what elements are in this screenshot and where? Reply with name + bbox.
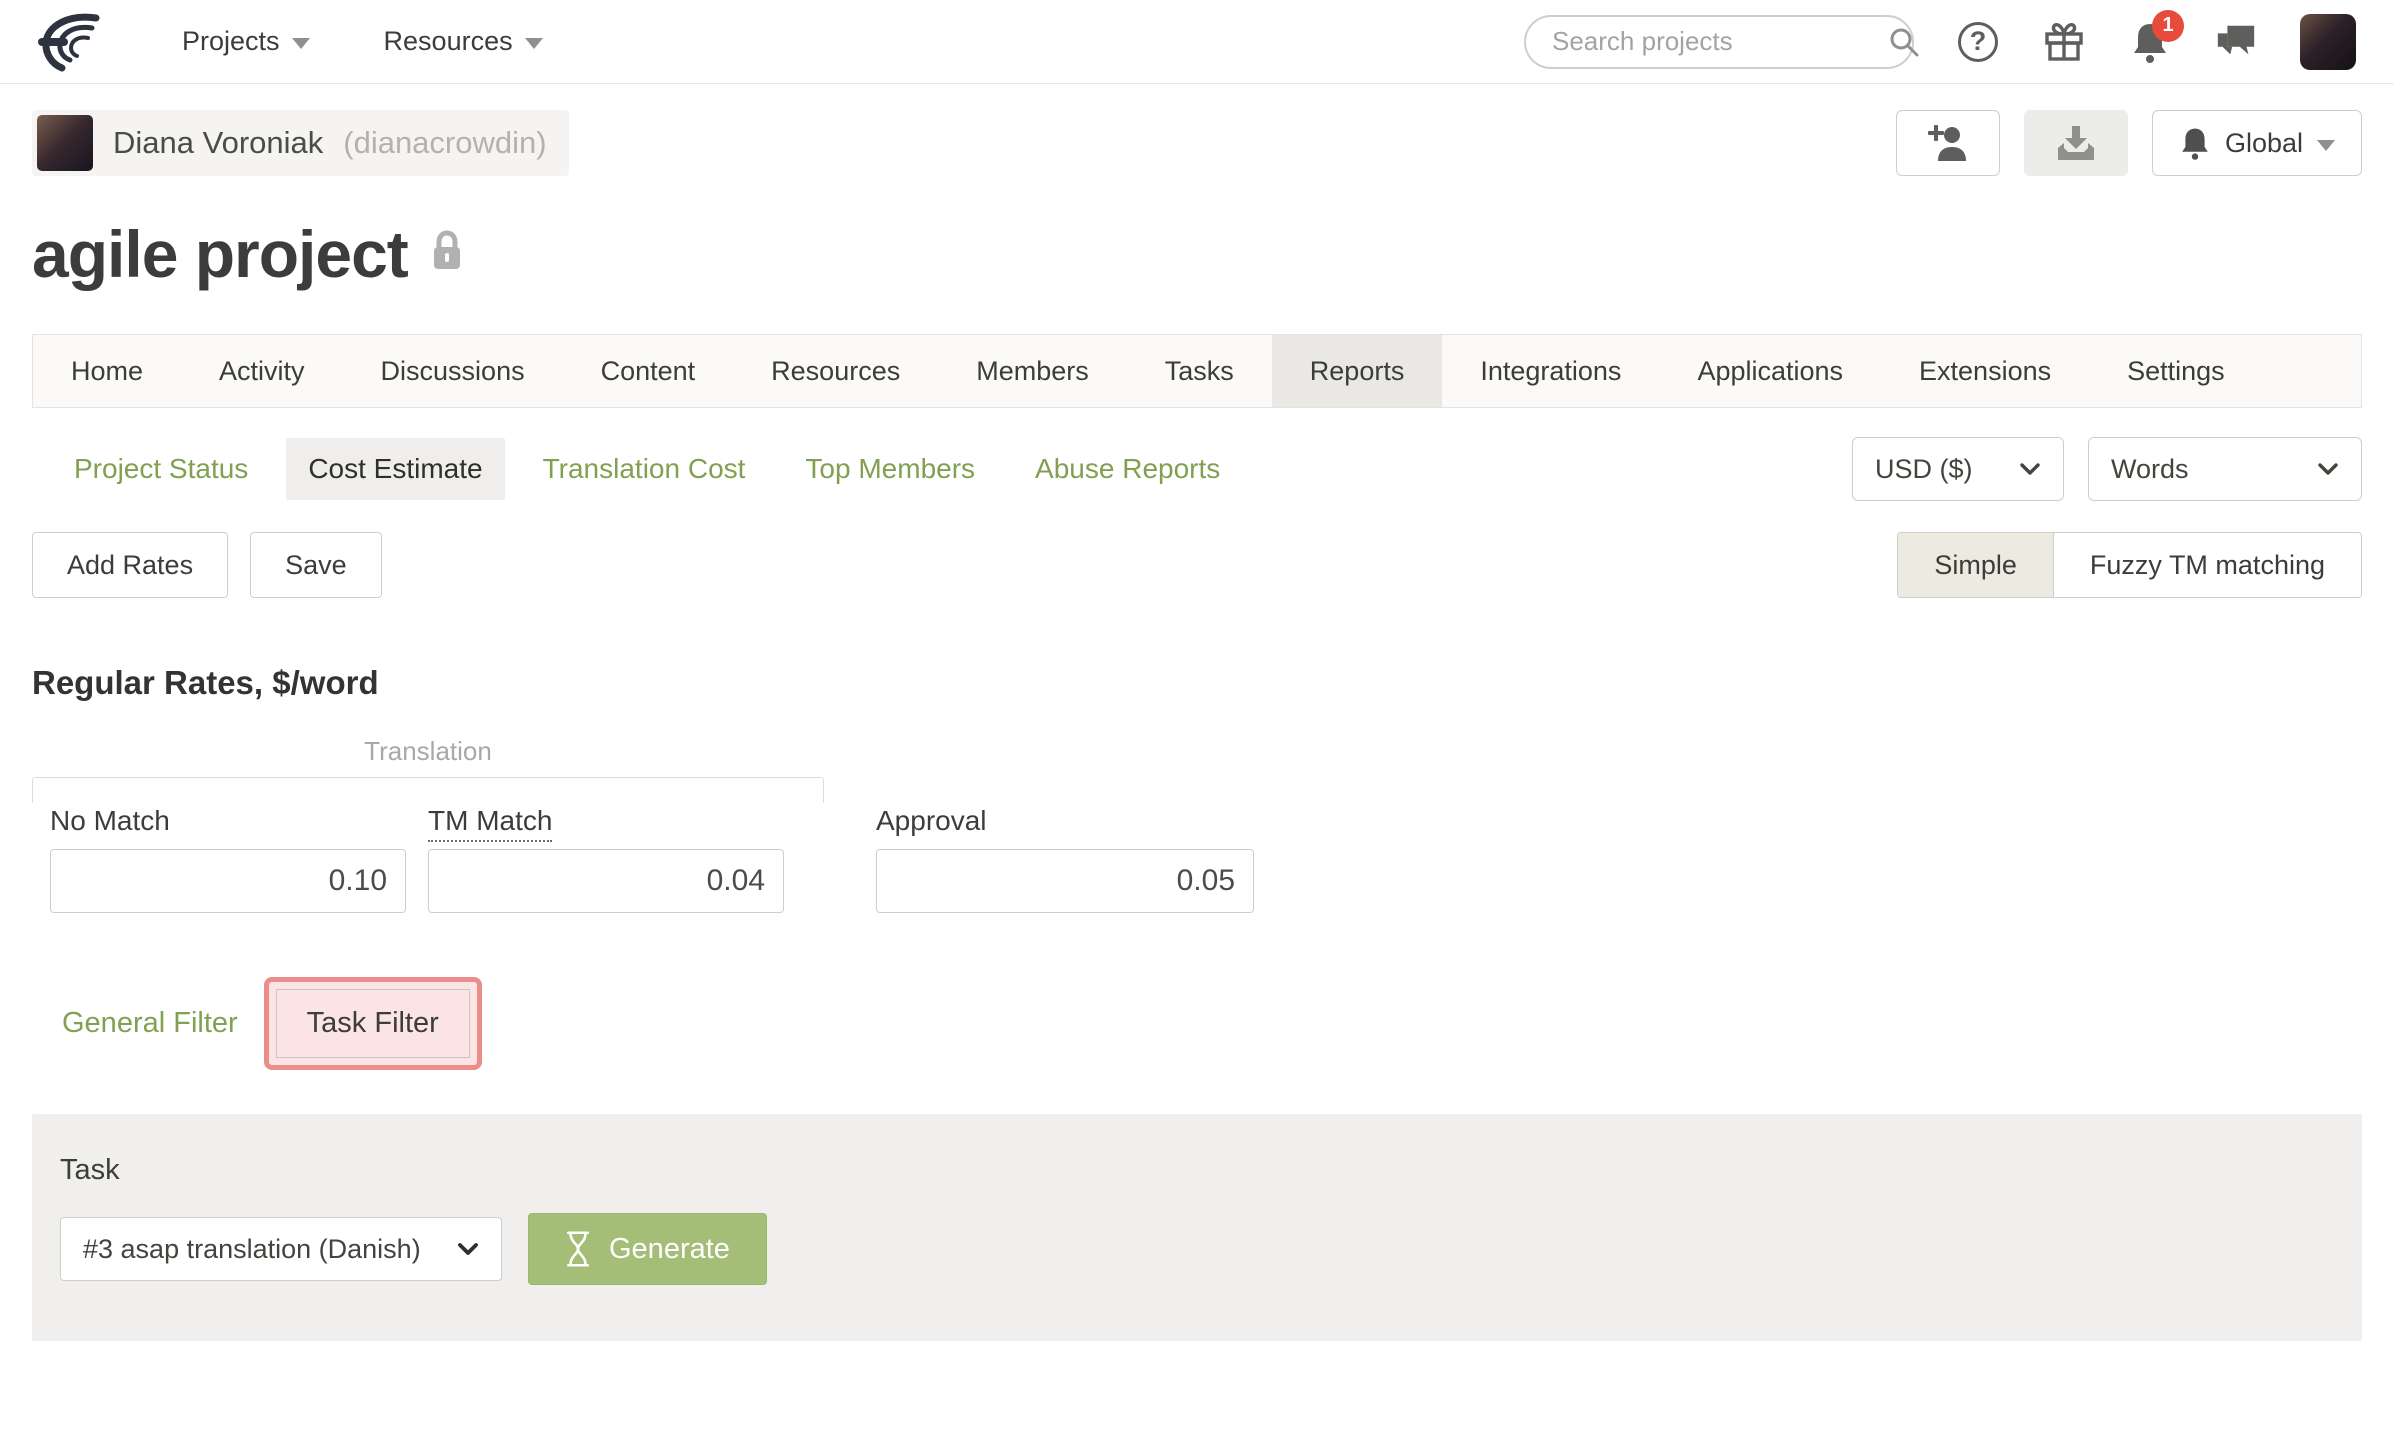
chevron-down-icon [458, 1243, 478, 1255]
tab-discussions[interactable]: Discussions [343, 335, 563, 407]
tab-reports[interactable]: Reports [1271, 335, 1443, 407]
page-title: agile project [32, 217, 409, 291]
menu-projects[interactable]: Projects [182, 26, 310, 57]
global-label: Global [2224, 127, 2303, 158]
gift-icon[interactable] [2042, 20, 2086, 64]
approval-rate-input[interactable] [876, 849, 1254, 913]
search-box [1524, 14, 1919, 69]
translation-group-label: Translation [364, 736, 492, 766]
translation-group-bracket [32, 777, 824, 803]
tab-tasks[interactable]: Tasks [1127, 335, 1272, 407]
task-select[interactable]: #3 asap translation (Danish) [60, 1217, 502, 1281]
subtab-project-status[interactable]: Project Status [52, 438, 270, 500]
private-project-lock-icon [430, 230, 464, 272]
no-match-label: No Match [50, 805, 170, 836]
currency-select[interactable]: USD ($) [1852, 437, 2064, 501]
approval-label: Approval [876, 805, 987, 836]
general-filter-link[interactable]: General Filter [62, 1007, 238, 1040]
download-icon [2054, 124, 2098, 162]
tab-activity[interactable]: Activity [181, 335, 343, 407]
notifications-bell-icon[interactable]: 1 [2128, 9, 2184, 64]
regular-rates-heading: Regular Rates, $/word [32, 664, 379, 701]
chevron-down-icon [291, 38, 310, 49]
rates-mode-toggle: Simple Fuzzy TM matching [1897, 532, 2362, 598]
subtab-translation-cost[interactable]: Translation Cost [521, 438, 768, 500]
filter-tabs-row: General Filter Task Filter [32, 977, 2362, 1070]
toggle-simple[interactable]: Simple [1898, 533, 2053, 597]
menu-resources-label: Resources [383, 26, 513, 56]
task-field-label: Task [60, 1154, 120, 1186]
report-subtab-row: Project Status Cost Estimate Translation… [32, 436, 2362, 502]
add-rates-button[interactable]: Add Rates [32, 532, 229, 598]
save-button[interactable]: Save [250, 532, 382, 598]
tab-members[interactable]: Members [938, 335, 1127, 407]
project-actions: Global [1895, 110, 2362, 176]
menu-projects-label: Projects [182, 26, 280, 56]
search-input[interactable] [1552, 26, 1887, 57]
toggle-fuzzy-tm-matching[interactable]: Fuzzy TM matching [2052, 533, 2361, 597]
task-filter-panel: Task #3 asap translation (Danish) Genera… [32, 1114, 2362, 1341]
tab-home[interactable]: Home [33, 335, 181, 407]
rate-column-approval: Approval [876, 805, 1254, 913]
main-menu: Projects Resources [182, 26, 543, 57]
chevron-down-icon [2318, 463, 2338, 475]
tab-extensions[interactable]: Extensions [1881, 335, 2089, 407]
hourglass-icon [565, 1230, 591, 1268]
page-title-row: agile project [32, 216, 2362, 292]
unit-select[interactable]: Words [2088, 437, 2362, 501]
navbar-right: ? 1 [1524, 9, 2356, 70]
currency-value: USD ($) [1875, 453, 1973, 484]
rates-columns: No Match TM Match Approval [32, 805, 2362, 913]
user-avatar[interactable] [2300, 13, 2356, 70]
chevron-down-icon [2317, 139, 2335, 151]
tm-match-rate-input[interactable] [428, 849, 784, 913]
bell-icon [2179, 125, 2211, 161]
chevron-down-icon [524, 38, 543, 49]
task-select-value: #3 asap translation (Danish) [83, 1233, 421, 1264]
task-controls: #3 asap translation (Danish) Generate [60, 1213, 2334, 1285]
generate-button[interactable]: Generate [528, 1213, 767, 1285]
help-icon[interactable]: ? [1956, 20, 2000, 64]
report-subtabs: Project Status Cost Estimate Translation… [32, 438, 1242, 500]
rate-column-no-match: No Match [50, 805, 406, 913]
messages-icon[interactable] [2214, 20, 2258, 64]
owner-name: Diana Voroniak [113, 125, 324, 160]
no-match-rate-input[interactable] [50, 849, 406, 913]
add-user-icon [1926, 123, 1970, 163]
subtab-top-members[interactable]: Top Members [783, 438, 997, 500]
top-navbar: Projects Resources ? [0, 0, 2394, 84]
tm-match-label: TM Match [428, 805, 784, 849]
tab-resources[interactable]: Resources [733, 335, 938, 407]
page-content: Diana Voroniak (dianacrowdin) Global agi… [0, 110, 2394, 1341]
global-notifications-button[interactable]: Global [2151, 110, 2362, 176]
task-filter-highlight-ring: Task Filter [263, 977, 482, 1070]
rates-action-row: Add Rates Save Simple Fuzzy TM matching [32, 532, 2362, 598]
rate-column-tm-match: TM Match [428, 805, 784, 913]
unit-value: Words [2111, 453, 2189, 484]
menu-resources[interactable]: Resources [384, 26, 543, 57]
tab-settings[interactable]: Settings [2089, 335, 2263, 407]
search-icon[interactable] [1887, 25, 1921, 59]
tab-applications[interactable]: Applications [1659, 335, 1881, 407]
project-tab-bar: Home Activity Discussions Content Resour… [32, 334, 2362, 408]
owner-username: (dianacrowdin) [343, 125, 547, 160]
tab-integrations[interactable]: Integrations [1442, 335, 1659, 407]
report-controls: USD ($) Words [1852, 437, 2362, 501]
tab-content[interactable]: Content [563, 335, 734, 407]
chevron-down-icon [2020, 463, 2040, 475]
download-button[interactable] [2023, 110, 2128, 176]
notification-badge: 1 [2152, 9, 2184, 42]
subtab-abuse-reports[interactable]: Abuse Reports [1013, 438, 1242, 500]
task-filter-tab[interactable]: Task Filter [275, 989, 470, 1058]
crowdin-logo-icon[interactable] [38, 10, 112, 74]
generate-label: Generate [609, 1232, 730, 1265]
owner-avatar [37, 115, 93, 171]
project-owner-chip[interactable]: Diana Voroniak (dianacrowdin) [32, 110, 569, 176]
invite-people-button[interactable] [1895, 110, 2000, 176]
project-owner-row: Diana Voroniak (dianacrowdin) Global [32, 110, 2362, 176]
subtab-cost-estimate[interactable]: Cost Estimate [286, 438, 505, 500]
